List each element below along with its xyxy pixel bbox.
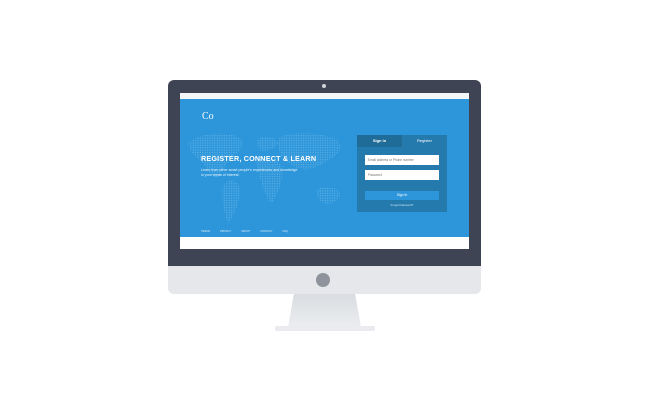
monitor-stand-base [275,326,375,331]
monitor-screen: Co REGISTER, CONNECT & LEARN Learn from … [180,93,469,249]
world-map-icon [188,133,341,223]
screen-bottom-strip [180,237,469,249]
footer-link-privacy[interactable]: PRIVACY [220,230,231,233]
power-button-icon [316,273,330,287]
login-panel: Sign In Register Sign In Forgot Password… [357,135,447,212]
email-field[interactable] [365,155,439,165]
sign-in-button[interactable]: Sign In [365,191,439,200]
password-field[interactable] [365,170,439,180]
footer-nav: TERMS PRIVACY ABOUT CONTACT FAQ [201,230,288,233]
camera-icon [322,84,326,88]
forgot-password-link[interactable]: Forgot Password? [357,203,447,207]
tab-sign-in[interactable]: Sign In [357,135,402,147]
footer-link-terms[interactable]: TERMS [201,230,210,233]
login-tabs: Sign In Register [357,135,447,147]
site-logo[interactable]: Co [202,112,214,122]
footer-link-faq[interactable]: FAQ [283,230,288,233]
hero-subtext: Learn from other smart people's experien… [201,168,298,177]
monitor-chin [168,266,481,294]
footer-link-contact[interactable]: CONTACT [260,230,272,233]
footer-link-about[interactable]: ABOUT [241,230,250,233]
tab-register[interactable]: Register [402,135,447,147]
monitor-stand-neck [288,294,361,327]
hero-section: Co REGISTER, CONNECT & LEARN Learn from … [180,99,469,237]
hero-headline: REGISTER, CONNECT & LEARN [201,154,317,163]
